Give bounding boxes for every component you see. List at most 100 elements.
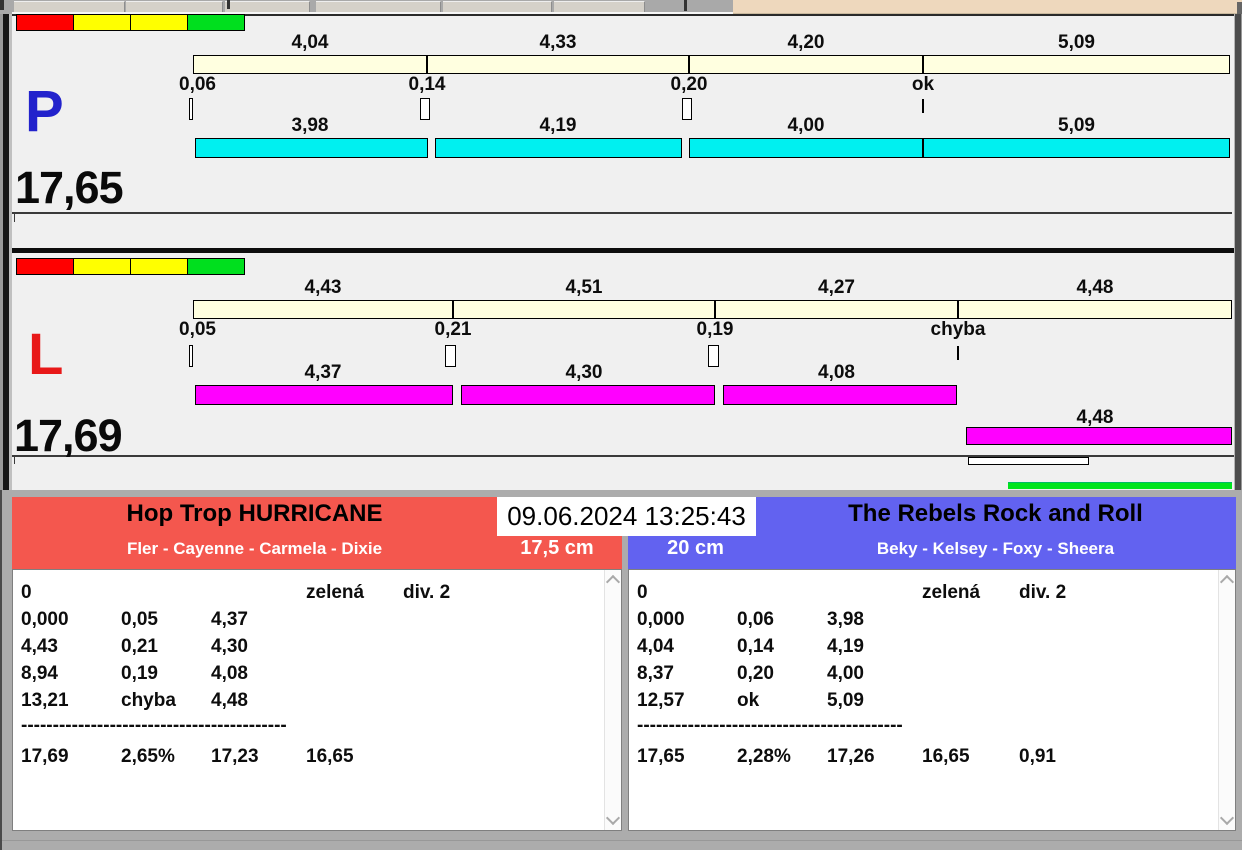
toolbar-button[interactable]: [126, 1, 223, 12]
toolbar-button[interactable]: [316, 1, 441, 12]
time-cell: 4,19: [827, 636, 864, 657]
toolbar-button[interactable]: [225, 1, 310, 12]
net-time: 17,23: [211, 746, 259, 767]
progress-strip: [12, 457, 1234, 490]
run-time-bar: [195, 385, 453, 405]
total-time: 17,65: [637, 746, 685, 767]
run-counter: 0: [637, 582, 648, 603]
toolbar-divider: [227, 0, 230, 9]
start-traffic-light: [16, 14, 245, 31]
loss-percent: 2,28%: [737, 746, 791, 767]
table-scrollbar[interactable]: [604, 570, 621, 830]
run-time-label: 4,08: [818, 362, 855, 383]
progress-outline-box: [968, 457, 1089, 465]
results-section: Hop Trop HURRICANE Fler - Cayenne - Carm…: [0, 490, 1242, 850]
team-name: Hop Trop HURRICANE: [126, 500, 383, 527]
divider-dashes: ----------------------------------------…: [21, 715, 287, 736]
run-time-label: 4,37: [304, 362, 342, 383]
run-time-label: 3,98: [291, 115, 329, 136]
cross-cell: 0,05: [121, 609, 158, 630]
time-cell: 4,08: [211, 663, 248, 684]
total-time: 17,69: [21, 746, 69, 767]
split-time-bar: [193, 55, 1230, 74]
lane-letter: P: [25, 79, 64, 144]
crossing-label: 0,19: [696, 319, 734, 340]
run-time-label: 4,19: [539, 115, 577, 136]
loss-percent: 2,65%: [121, 746, 175, 767]
bottom-edge-line: [0, 840, 1242, 841]
split-time-bar: [193, 300, 1232, 319]
desktop-strip: [733, 0, 1242, 14]
cross-cell: 0,21: [121, 636, 158, 657]
crossing-label: 0,20: [670, 74, 708, 95]
cross-cell: ok: [737, 690, 760, 711]
run-time-bar: [461, 385, 715, 405]
cross-cell: chyba: [121, 690, 176, 711]
split-time-label: 5,09: [1058, 32, 1095, 53]
traffic-yellow-light: [130, 258, 188, 275]
progress-green-bar: [1008, 482, 1232, 489]
run-time-label: 4,30: [565, 362, 603, 383]
scroll-up-icon[interactable]: [1219, 574, 1235, 590]
cross-cell: 0,14: [737, 636, 774, 657]
net-time: 17,26: [827, 746, 875, 767]
toolbar-divider: [684, 0, 687, 11]
window-left-border: [0, 14, 12, 490]
run-time-bar: [923, 138, 1230, 158]
split-time-label: 4,27: [818, 277, 855, 298]
split-cell: 0,000: [21, 609, 69, 630]
lane-letter: L: [28, 322, 64, 387]
division-label: div. 2: [403, 582, 451, 603]
traffic-yellow-light: [73, 258, 131, 275]
lane-total-time: 17,65: [15, 162, 124, 213]
run-time-bar-running: [966, 427, 1232, 445]
split-cell: 8,94: [21, 663, 58, 684]
crossing-label: 0,06: [179, 74, 216, 95]
traffic-red-light: [16, 14, 74, 31]
run-time-bar: [689, 138, 923, 158]
run-time-label: 4,00: [787, 115, 825, 136]
scroll-down-icon[interactable]: [605, 810, 621, 826]
diff-time: 0,91: [1019, 746, 1056, 767]
crossing-error-marker: [957, 346, 959, 360]
table-scrollbar[interactable]: [1218, 570, 1235, 830]
time-cell: 4,48: [211, 690, 248, 711]
split-divider: [957, 301, 959, 318]
time-cell: 5,09: [827, 690, 864, 711]
split-time-label: 4,48: [1076, 277, 1114, 298]
toolbar-button[interactable]: [554, 1, 645, 12]
team-dogs: Fler - Cayenne - Carmela - Dixie: [126, 539, 383, 558]
bottom-left-border: [0, 490, 2, 850]
light-status: zelená: [922, 582, 981, 603]
results-table-right[interactable]: 0 zelená div. 2 0,000 0,06 3,98 4,04 0,1…: [628, 569, 1236, 831]
best-time: 16,65: [306, 746, 354, 767]
results-table-left[interactable]: 0 zelená div. 2 0,000 0,05 4,37 4,43 0,2…: [12, 569, 622, 831]
scroll-down-icon[interactable]: [1219, 810, 1235, 826]
split-time-label: 4,51: [565, 277, 603, 298]
toolbar-button[interactable]: [14, 1, 125, 12]
run-time-label: 4,48: [1076, 407, 1114, 428]
traffic-green-light: [187, 14, 245, 31]
scroll-up-icon[interactable]: [605, 574, 621, 590]
crossing-label: 0,21: [434, 319, 472, 340]
toolbar-corner-mark: [0, 0, 4, 10]
split-cell: 4,43: [21, 636, 58, 657]
baseline-tick: [14, 457, 15, 464]
run-counter: 0: [21, 582, 32, 603]
run-time-label: 5,09: [1058, 115, 1095, 136]
traffic-yellow-light: [130, 14, 188, 31]
run-time-bar: [435, 138, 682, 158]
window-right-border: [1234, 14, 1242, 490]
crossing-ok-marker: [922, 99, 924, 113]
baseline-tick: [14, 214, 15, 222]
time-cell: 4,30: [211, 636, 248, 657]
crossing-label: 0,05: [179, 319, 216, 340]
traffic-red-light: [16, 258, 74, 275]
crossing-label: chyba: [930, 319, 986, 340]
toolbar-button[interactable]: [443, 1, 552, 12]
run-time-bar: [195, 138, 428, 158]
datetime-display: 09.06.2024 13:25:43: [497, 497, 756, 536]
background-toolbar: [0, 0, 1242, 14]
split-time-label: 4,04: [291, 32, 329, 53]
best-time: 16,65: [922, 746, 970, 767]
